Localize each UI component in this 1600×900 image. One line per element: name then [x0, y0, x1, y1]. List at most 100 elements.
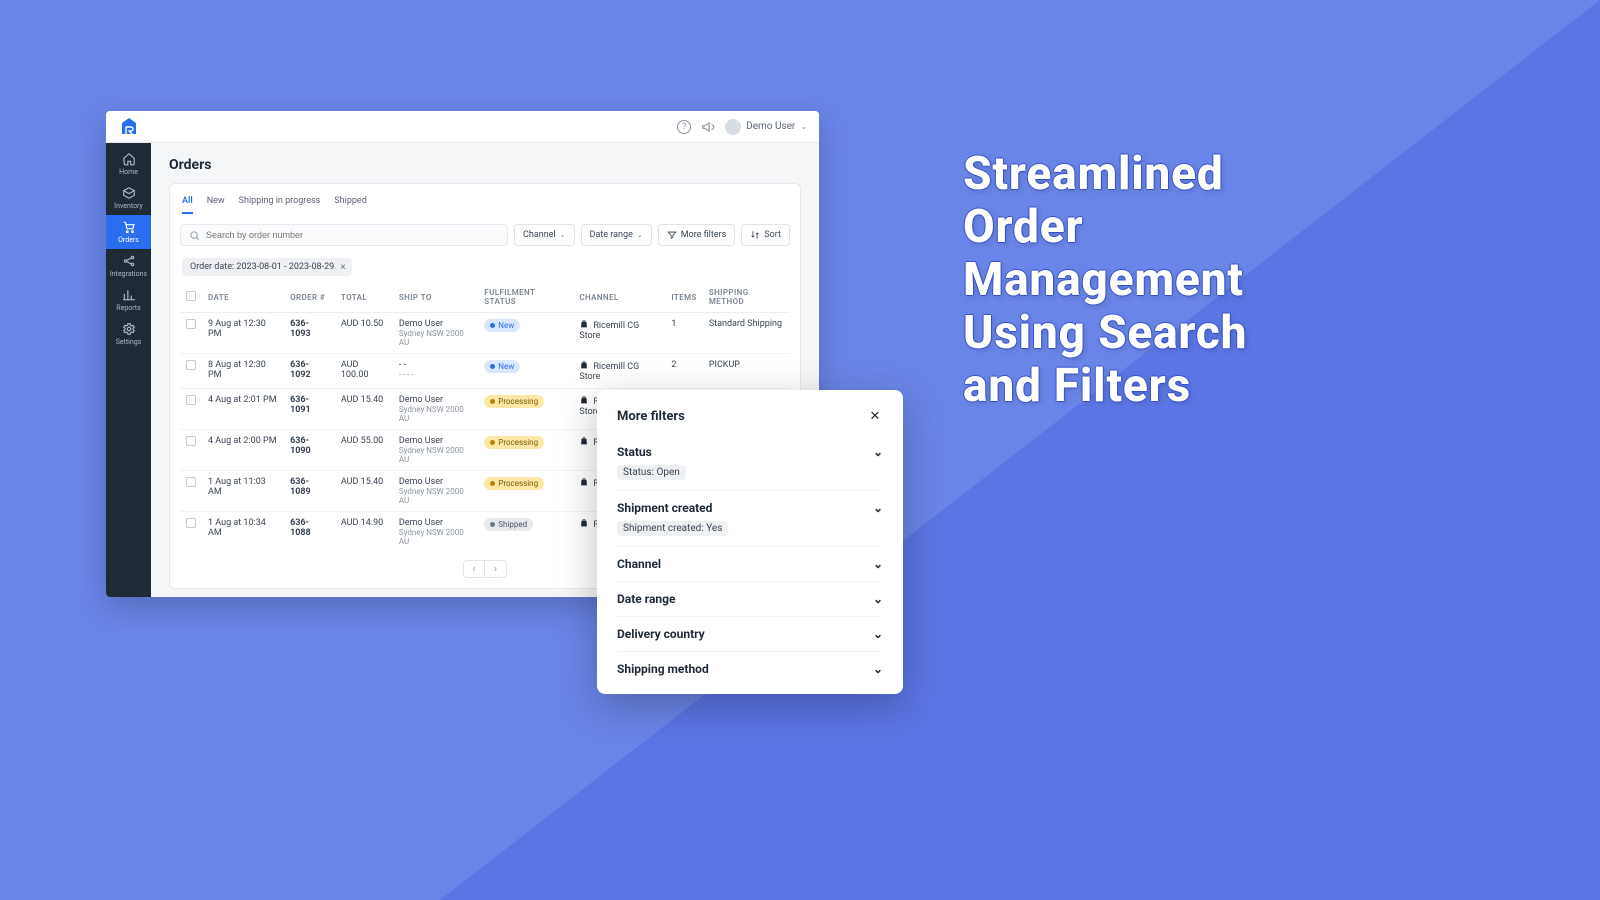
cell-total: AUD 10.50	[335, 313, 393, 354]
cell-shipto: - -- - - -	[393, 354, 478, 389]
cell-total: AUD 100.00	[335, 354, 393, 389]
cell-channel: Ricemill CG Store	[573, 354, 665, 389]
cell-date: 8 Aug at 12:30 PM	[202, 354, 284, 389]
chevron-down-icon: ⌄	[873, 501, 883, 515]
filter-row[interactable]: Shipping method⌄	[617, 651, 883, 686]
sidebar-item-label: Reports	[116, 304, 140, 312]
page-title: Orders	[169, 157, 801, 173]
filter-label: Shipping method	[617, 662, 709, 676]
page-prev-button[interactable]: ‹	[463, 560, 485, 578]
row-checkbox[interactable]	[186, 436, 196, 446]
cell-order[interactable]: 636-1088	[284, 512, 335, 553]
search-icon	[189, 230, 200, 241]
filter-row[interactable]: Delivery country⌄	[617, 616, 883, 651]
cell-status: Processing	[478, 430, 573, 471]
page-next-button[interactable]: ›	[485, 560, 507, 578]
sidebar-item-home[interactable]: Home	[106, 147, 151, 181]
marketing-heading: Streamlined Order Management Using Searc…	[963, 148, 1523, 412]
filter-label: Date range	[617, 592, 675, 606]
col-total: TOTAL	[335, 282, 393, 313]
chip-remove-icon[interactable]: ×	[340, 262, 345, 273]
help-icon[interactable]: ?	[677, 120, 691, 134]
row-checkbox[interactable]	[186, 360, 196, 370]
cell-status: New	[478, 354, 573, 389]
cell-date: 4 Aug at 2:01 PM	[202, 389, 284, 430]
topbar: ? Demo User ⌄	[106, 111, 819, 143]
megaphone-icon[interactable]	[701, 120, 715, 134]
filter-row[interactable]: Status⌄Status: Open	[617, 434, 883, 490]
row-checkbox[interactable]	[186, 395, 196, 405]
sidebar-item-settings[interactable]: Settings	[106, 317, 151, 351]
cell-order[interactable]: 636-1091	[284, 389, 335, 430]
cell-items: 2	[665, 354, 703, 389]
close-icon[interactable]: ✕	[867, 408, 883, 424]
cell-status: Shipped	[478, 512, 573, 553]
app-logo[interactable]	[106, 111, 151, 143]
select-all-checkbox[interactable]	[186, 291, 196, 301]
more-filters-popover: More filters ✕ Status⌄Status: OpenShipme…	[597, 390, 903, 694]
chip-label: Order date: 2023-08-01 - 2023-08-29	[190, 262, 334, 272]
tab-all[interactable]: All	[182, 194, 193, 214]
tab-shipped[interactable]: Shipped	[334, 194, 366, 214]
sidebar: Home Inventory Orders Integrations Repor…	[106, 143, 151, 597]
sidebar-item-label: Settings	[116, 338, 142, 346]
sidebar-item-reports[interactable]: Reports	[106, 283, 151, 317]
table-row[interactable]: 9 Aug at 12:30 PM636-1093AUD 10.50Demo U…	[180, 313, 790, 354]
sidebar-item-label: Home	[119, 168, 138, 176]
cell-total: AUD 14.90	[335, 512, 393, 553]
col-date: DATE	[202, 282, 284, 313]
cell-total: AUD 15.40	[335, 471, 393, 512]
sort-button[interactable]: Sort	[741, 224, 790, 246]
cell-date: 4 Aug at 2:00 PM	[202, 430, 284, 471]
share-icon	[122, 254, 136, 268]
chevron-down-icon: ⌄	[873, 445, 883, 459]
row-checkbox[interactable]	[186, 518, 196, 528]
filter-row[interactable]: Shipment created⌄Shipment created: Yes	[617, 490, 883, 546]
table-row[interactable]: 8 Aug at 12:30 PM636-1092AUD 100.00- -- …	[180, 354, 790, 389]
cell-order[interactable]: 636-1093	[284, 313, 335, 354]
sidebar-item-inventory[interactable]: Inventory	[106, 181, 151, 215]
tab-shipping-in-progress[interactable]: Shipping in progress	[239, 194, 321, 214]
search-box[interactable]	[180, 224, 508, 246]
filter-chip: Status: Open	[617, 465, 686, 480]
cell-shipto: Demo UserSydney NSW 2000 AU	[393, 512, 478, 553]
filter-label: Delivery country	[617, 627, 705, 641]
sidebar-item-integrations[interactable]: Integrations	[106, 249, 151, 283]
cell-order[interactable]: 636-1090	[284, 430, 335, 471]
cell-date: 1 Aug at 10:34 AM	[202, 512, 284, 553]
cell-date: 1 Aug at 11:03 AM	[202, 471, 284, 512]
filter-label: Channel	[617, 557, 661, 571]
col-order: ORDER #	[284, 282, 335, 313]
tabs: All New Shipping in progress Shipped	[182, 194, 788, 214]
col-channel: CHANNEL	[573, 282, 665, 313]
filter-row[interactable]: Date range ⌄	[617, 581, 883, 616]
cell-total: AUD 15.40	[335, 389, 393, 430]
sort-icon	[750, 230, 760, 240]
col-shipto: SHIP TO	[393, 282, 478, 313]
chevron-down-icon: ⌄	[873, 592, 883, 606]
cell-channel: Ricemill CG Store	[573, 313, 665, 354]
col-items: ITEMS	[665, 282, 703, 313]
cell-status: New	[478, 313, 573, 354]
user-name: Demo User	[746, 121, 795, 132]
cell-order[interactable]: 636-1089	[284, 471, 335, 512]
date-range-filter-button[interactable]: Date range⌄	[581, 224, 652, 246]
sidebar-item-orders[interactable]: Orders	[106, 215, 151, 249]
more-filters-button[interactable]: More filters	[658, 224, 736, 246]
cell-status: Processing	[478, 389, 573, 430]
channel-filter-button[interactable]: Channel⌄	[514, 224, 575, 246]
filter-row[interactable]: Channel⌄	[617, 546, 883, 581]
cell-date: 9 Aug at 12:30 PM	[202, 313, 284, 354]
sidebar-item-label: Inventory	[114, 202, 143, 210]
row-checkbox[interactable]	[186, 319, 196, 329]
user-menu[interactable]: Demo User ⌄	[725, 119, 807, 135]
col-shipmethod: SHIPPING METHOD	[703, 282, 790, 313]
tab-new[interactable]: New	[207, 194, 225, 214]
cell-items: 1	[665, 313, 703, 354]
cart-icon	[122, 220, 136, 234]
row-checkbox[interactable]	[186, 477, 196, 487]
cell-order[interactable]: 636-1092	[284, 354, 335, 389]
filters-row: Channel⌄ Date range⌄ More filters Sort	[180, 224, 790, 246]
chart-icon	[122, 288, 136, 302]
search-input[interactable]	[206, 230, 499, 240]
